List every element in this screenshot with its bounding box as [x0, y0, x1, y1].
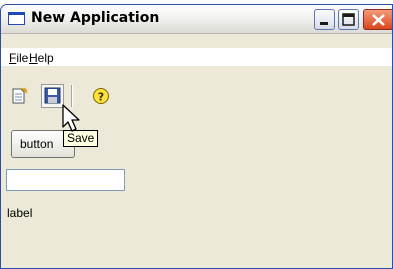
application-window: New Application File Help ? button label	[0, 4, 393, 269]
mouse-pointer-icon	[62, 104, 80, 132]
menu-bar: File Help	[1, 48, 392, 66]
close-icon	[372, 14, 385, 26]
save-icon	[44, 87, 61, 104]
toolbar: ?	[1, 84, 392, 112]
help-icon: ?	[93, 88, 109, 104]
close-button[interactable]	[363, 9, 392, 30]
maximize-button[interactable]	[338, 9, 359, 30]
window-icon	[8, 12, 25, 25]
maximize-icon	[342, 13, 355, 26]
title-bar[interactable]: New Application	[1, 5, 392, 34]
help-button[interactable]: ?	[92, 87, 110, 105]
svg-text:?: ?	[98, 91, 104, 104]
menu-help[interactable]: Help	[29, 51, 54, 65]
menu-file[interactable]: File	[9, 51, 28, 65]
minimize-button[interactable]	[314, 9, 335, 30]
new-file-button[interactable]	[10, 87, 28, 105]
minimize-icon	[320, 22, 328, 25]
label: label	[7, 206, 33, 220]
window-title: New Application	[31, 10, 160, 26]
new-file-icon	[12, 87, 28, 104]
text-field[interactable]	[6, 169, 125, 191]
